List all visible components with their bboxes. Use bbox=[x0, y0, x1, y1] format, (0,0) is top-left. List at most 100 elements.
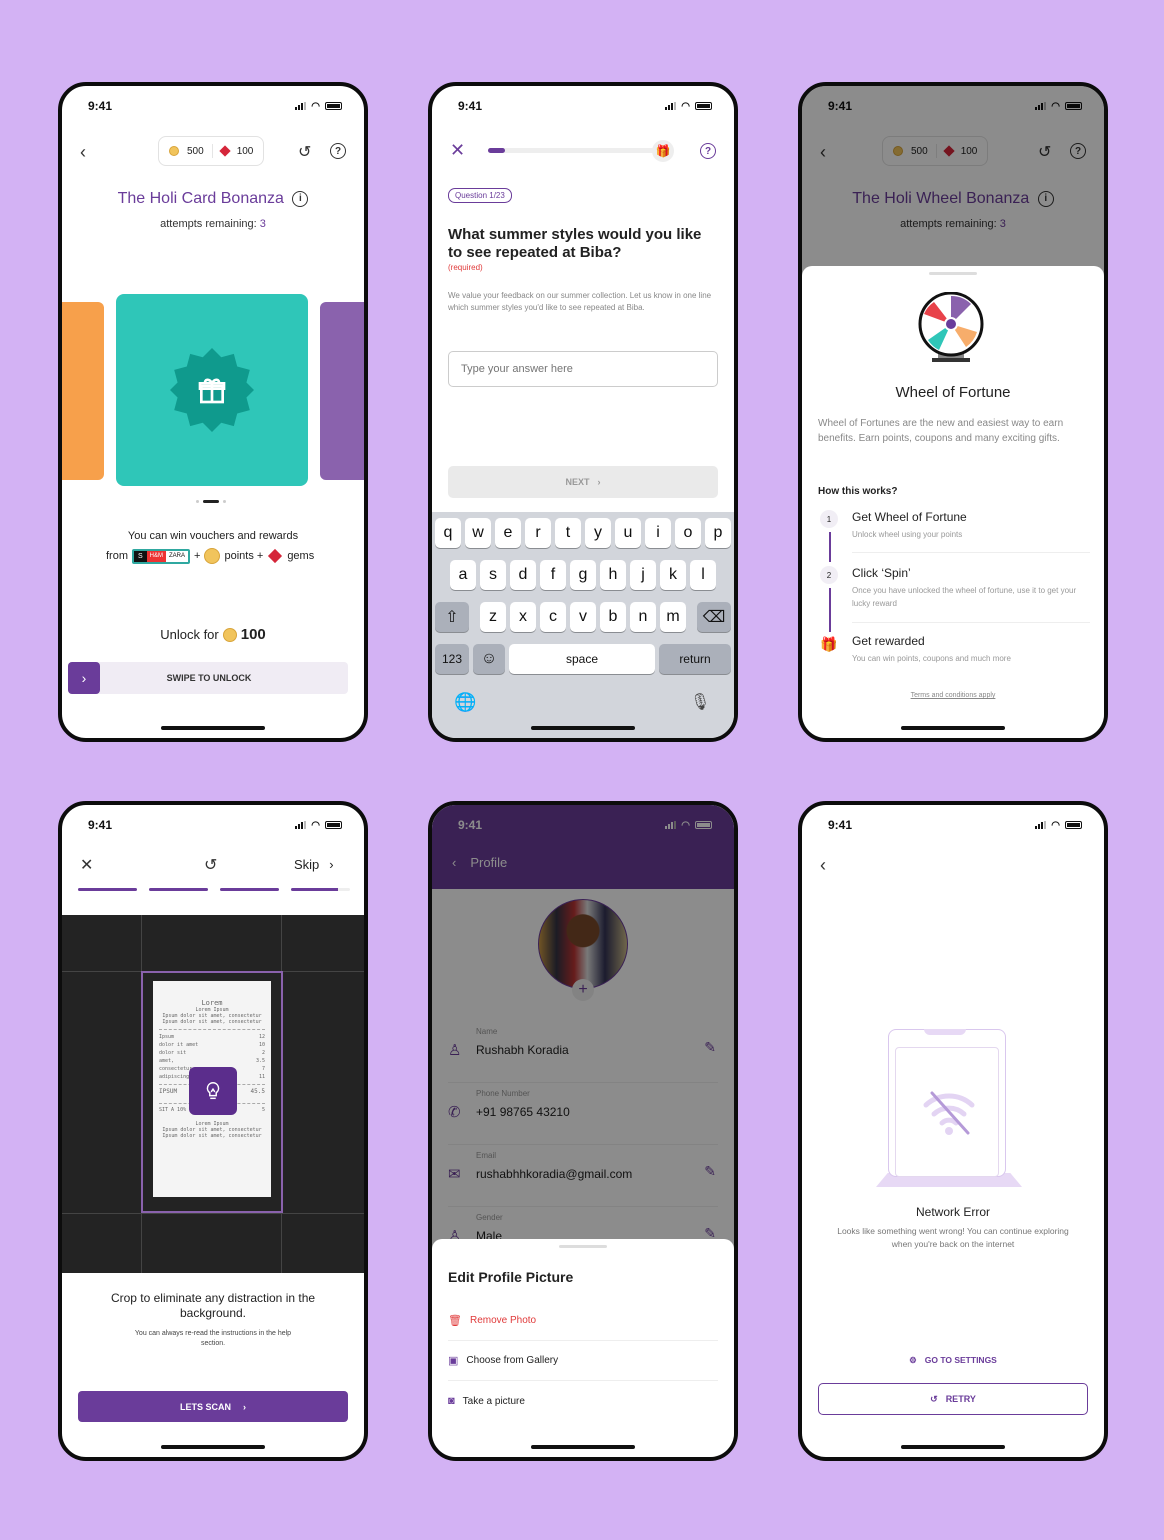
history-icon[interactable]: ↺ bbox=[204, 855, 217, 875]
key-l[interactable]: l bbox=[690, 560, 716, 590]
key-g[interactable]: g bbox=[570, 560, 596, 590]
key-w[interactable]: w bbox=[465, 518, 491, 548]
status-bar: 9:41 ◠ bbox=[432, 86, 734, 126]
sheet-action[interactable]: 🗑 Remove Photo bbox=[448, 1301, 718, 1341]
wifi-icon: ◠ bbox=[681, 100, 690, 112]
terms-link[interactable]: Terms and conditions apply bbox=[802, 692, 1104, 699]
game-title: The Holi Card Bonanza bbox=[117, 190, 284, 207]
sheet-action[interactable]: ◙ Take a picture bbox=[448, 1381, 718, 1421]
sheet-grabber[interactable] bbox=[559, 1245, 607, 1248]
key-f[interactable]: f bbox=[540, 560, 566, 590]
gem-icon bbox=[268, 548, 283, 564]
close-icon[interactable]: ✕ bbox=[80, 855, 93, 875]
receipt-line: Ipsum dolor sit amet, consectetur bbox=[162, 1019, 262, 1025]
key-b[interactable]: b bbox=[600, 602, 626, 632]
brand-logos: S H&M ZARA bbox=[132, 548, 191, 564]
signal-icon bbox=[665, 102, 677, 110]
help-icon[interactable]: ? bbox=[330, 143, 346, 159]
key-i[interactable]: i bbox=[645, 518, 671, 548]
unlock-cost: Unlock for 100 bbox=[62, 626, 364, 643]
key-v[interactable]: v bbox=[570, 602, 596, 632]
receipt-item-value: 10 bbox=[258, 1042, 265, 1048]
reward-line-2: from S H&M ZARA + points + gems bbox=[106, 548, 315, 564]
survey-screen: 9:41 ◠ ✕ 🎁 ? Question 1/23 What summer s… bbox=[428, 82, 738, 742]
key-n[interactable]: n bbox=[630, 602, 656, 632]
numbers-key[interactable]: 123 bbox=[435, 644, 469, 674]
skip-button[interactable]: Skip › bbox=[294, 857, 334, 872]
crop-frame[interactable]: Lorem Lorem Ipsum Ipsum dolor sit amet, … bbox=[141, 971, 283, 1213]
home-indicator bbox=[531, 726, 635, 730]
how-step: 2 Click ‘Spin’ Once you have unlocked the … bbox=[818, 566, 1090, 632]
emoji-key[interactable]: ☺ bbox=[473, 644, 505, 674]
scan-subtext: You can always re-read the instructions … bbox=[134, 1330, 292, 1347]
card-right[interactable] bbox=[320, 302, 364, 480]
step-bar bbox=[291, 888, 350, 891]
attempts-label: attempts remaining: bbox=[160, 218, 257, 230]
profile-screen: 9:41 ◠ ‹ Profile + ♙ Name Rushabh Koradia ✎ ✆… bbox=[428, 801, 738, 1461]
key-h[interactable]: h bbox=[600, 560, 626, 590]
key-m[interactable]: m bbox=[660, 602, 686, 632]
key-z[interactable]: z bbox=[480, 602, 506, 632]
sheet-grabber[interactable] bbox=[929, 272, 977, 275]
chevron-right-icon: › bbox=[243, 1401, 246, 1412]
camera-icon: ◙ bbox=[448, 1395, 455, 1407]
key-y[interactable]: y bbox=[585, 518, 611, 548]
gem-icon bbox=[219, 145, 231, 157]
backspace-key[interactable]: ⌫ bbox=[697, 602, 731, 632]
key-j[interactable]: j bbox=[630, 560, 656, 590]
key-x[interactable]: x bbox=[510, 602, 536, 632]
key-d[interactable]: d bbox=[510, 560, 536, 590]
history-icon[interactable]: ↺ bbox=[298, 142, 311, 162]
sheet-action[interactable]: ▣ Choose from Gallery bbox=[448, 1341, 718, 1381]
lets-scan-button[interactable]: LETS SCAN › bbox=[78, 1391, 348, 1422]
back-icon[interactable]: ‹ bbox=[820, 855, 826, 876]
swipe-handle[interactable]: › bbox=[68, 662, 100, 694]
receipt-item-value: 11 bbox=[258, 1074, 265, 1080]
key-p[interactable]: p bbox=[705, 518, 731, 548]
return-key[interactable]: return bbox=[659, 644, 731, 674]
back-icon[interactable]: ‹ bbox=[80, 142, 86, 163]
key-c[interactable]: c bbox=[540, 602, 566, 632]
retry-button[interactable]: ↺ RETRY bbox=[818, 1383, 1088, 1415]
space-key[interactable]: space bbox=[509, 644, 655, 674]
receipt-item-value: 12 bbox=[258, 1034, 265, 1040]
microphone-icon[interactable]: 🎙 bbox=[690, 692, 710, 712]
gift-reward-icon: 🎁 bbox=[652, 140, 674, 162]
go-to-settings-button[interactable]: ⚙ GO TO SETTINGS bbox=[802, 1355, 1104, 1366]
shift-key[interactable]: ⇧ bbox=[435, 602, 469, 632]
key-a[interactable]: a bbox=[450, 560, 476, 590]
survey-progress-fill bbox=[488, 148, 505, 153]
receipt-title: Lorem bbox=[201, 999, 223, 1007]
action-label: Choose from Gallery bbox=[466, 1355, 559, 1366]
key-o[interactable]: o bbox=[675, 518, 701, 548]
skip-label: Skip bbox=[294, 857, 320, 872]
receipt-item-name: dolor it amet bbox=[159, 1042, 199, 1048]
receipt-item-name: Ipsum bbox=[159, 1034, 175, 1040]
step-title: Get Wheel of Fortune bbox=[852, 510, 967, 524]
key-s[interactable]: s bbox=[480, 560, 506, 590]
status-bar: 9:41 ◠ bbox=[62, 805, 364, 845]
action-label: Take a picture bbox=[462, 1395, 525, 1407]
how-title: How this works? bbox=[818, 486, 898, 497]
wheel-info-sheet: Wheel of Fortune Wheel of Fortunes are t… bbox=[802, 266, 1104, 738]
key-e[interactable]: e bbox=[495, 518, 521, 548]
key-r[interactable]: r bbox=[525, 518, 551, 548]
next-button[interactable]: NEXT › bbox=[448, 466, 718, 498]
card-left[interactable] bbox=[62, 302, 104, 480]
card-center[interactable] bbox=[116, 294, 308, 486]
key-k[interactable]: k bbox=[660, 560, 686, 590]
status-time: 9:41 bbox=[828, 818, 853, 832]
globe-icon[interactable]: 🌐 bbox=[454, 692, 476, 713]
unlock-label: Unlock for bbox=[160, 627, 219, 642]
key-q[interactable]: q bbox=[435, 518, 461, 548]
lightbulb-tip-button[interactable] bbox=[189, 1067, 237, 1115]
key-u[interactable]: u bbox=[615, 518, 641, 548]
battery-icon bbox=[325, 102, 342, 110]
close-icon[interactable]: ✕ bbox=[450, 140, 465, 161]
help-icon[interactable]: ? bbox=[700, 143, 716, 159]
key-t[interactable]: t bbox=[555, 518, 581, 548]
battery-icon bbox=[1065, 821, 1082, 829]
info-icon[interactable]: i bbox=[292, 190, 309, 207]
swipe-to-unlock-slider[interactable]: › SWIPE TO UNLOCK bbox=[68, 662, 348, 694]
answer-input[interactable] bbox=[448, 351, 718, 387]
